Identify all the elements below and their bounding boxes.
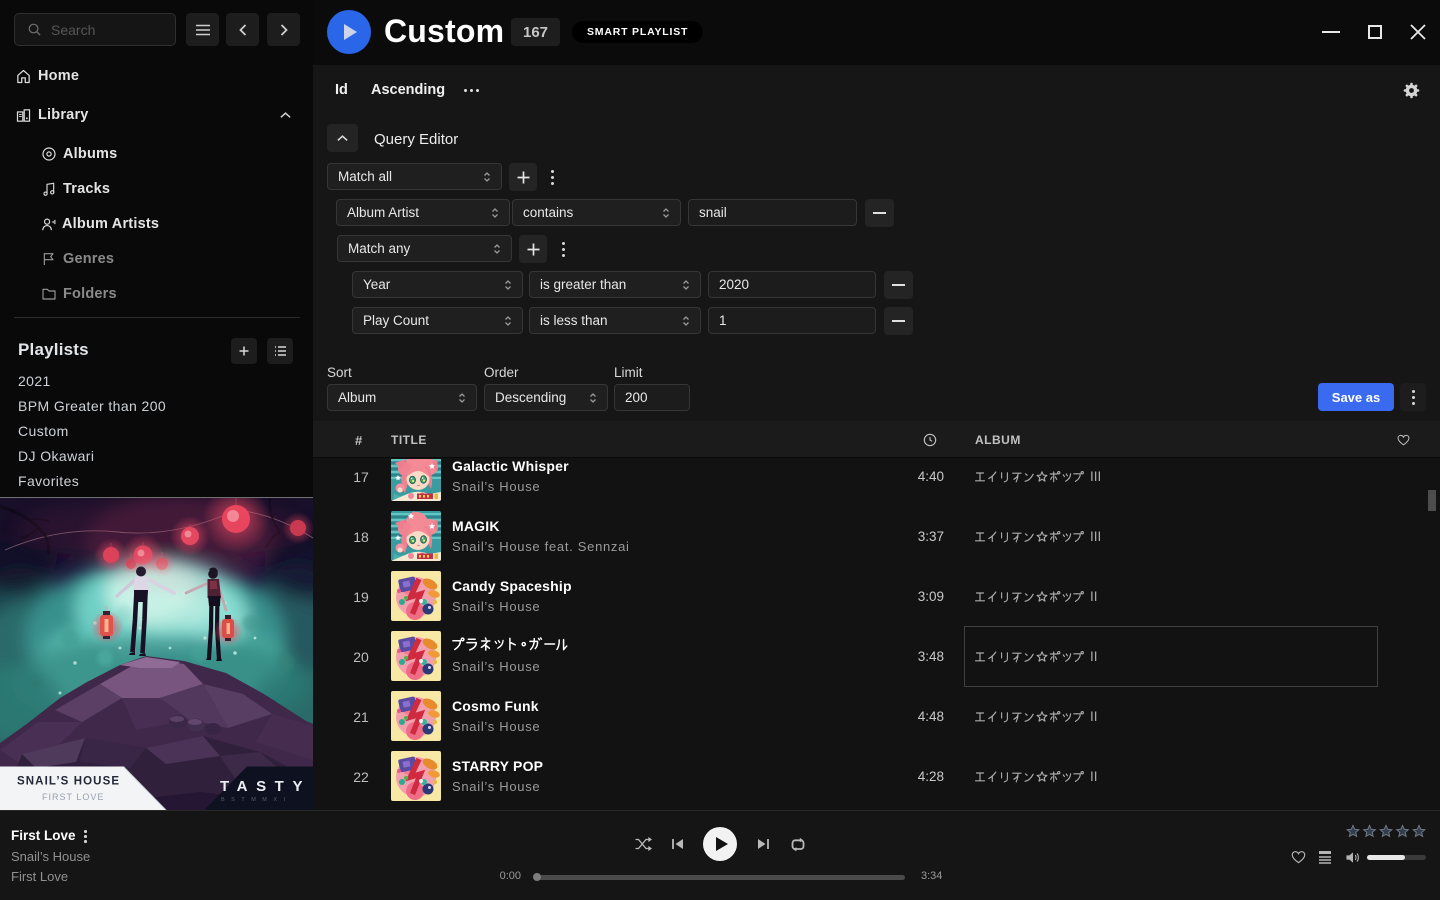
svg-text:TASTY: TASTY <box>220 778 311 795</box>
svg-text:BSTMMXI: BSTMMXI <box>221 797 292 803</box>
svg-text:FIRST LOVE: FIRST LOVE <box>42 792 104 802</box>
svg-text:SNAIL’S HOUSE: SNAIL’S HOUSE <box>17 776 120 788</box>
